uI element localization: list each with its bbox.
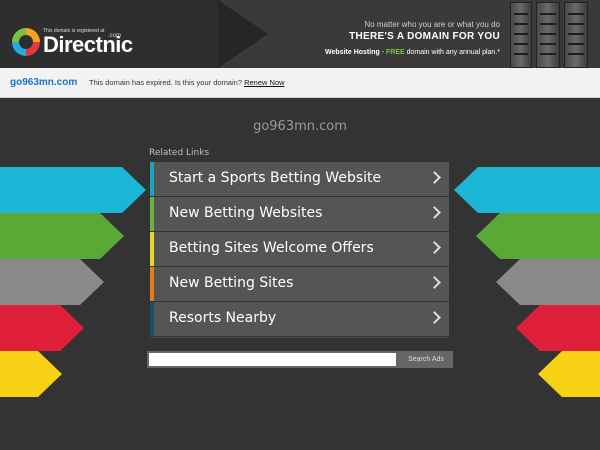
arrow-right-green xyxy=(476,213,600,259)
site-title: go963mn.com xyxy=(253,119,347,134)
chevron-right-icon xyxy=(428,311,441,324)
link-accent-bar xyxy=(150,197,154,231)
related-link-resorts-nearby[interactable]: Resorts Nearby xyxy=(150,302,449,337)
related-link-new-betting-websites[interactable]: New Betting Websites xyxy=(150,197,449,232)
chevron-right-icon xyxy=(428,206,441,219)
link-accent-bar xyxy=(150,302,154,336)
related-links-heading: Related Links xyxy=(149,148,210,158)
arrow-left-green xyxy=(0,213,124,259)
arrow-left-gray xyxy=(0,259,104,305)
related-link-welcome-offers[interactable]: Betting Sites Welcome Offers xyxy=(150,232,449,267)
arrow-right-gray xyxy=(496,259,600,305)
search-ads-form: Search Ads xyxy=(147,351,453,368)
link-label: New Betting Sites xyxy=(169,275,294,291)
link-label: Betting Sites Welcome Offers xyxy=(169,240,374,256)
chevron-right-icon xyxy=(428,241,441,254)
arrow-right-cyan xyxy=(454,167,600,213)
search-input[interactable] xyxy=(149,353,396,366)
related-link-sports-betting-website[interactable]: Start a Sports Betting Website xyxy=(150,162,449,197)
arrow-right-yellow xyxy=(538,351,600,397)
arrow-left-yellow xyxy=(0,351,62,397)
arrow-right-red xyxy=(516,305,600,351)
chevron-right-icon xyxy=(428,276,441,289)
arrow-left-cyan xyxy=(0,167,146,213)
arrow-left-red xyxy=(0,305,84,351)
link-accent-bar xyxy=(150,267,154,301)
link-label: Start a Sports Betting Website xyxy=(169,170,382,186)
chevron-right-icon xyxy=(428,171,441,184)
search-ads-button[interactable]: Search Ads xyxy=(399,351,453,368)
link-label: New Betting Websites xyxy=(169,205,323,221)
related-link-new-betting-sites[interactable]: New Betting Sites xyxy=(150,267,449,302)
link-label: Resorts Nearby xyxy=(169,310,277,326)
link-accent-bar xyxy=(150,232,154,266)
related-links-list: Start a Sports Betting Website New Betti… xyxy=(150,162,449,338)
link-accent-bar xyxy=(150,162,154,196)
